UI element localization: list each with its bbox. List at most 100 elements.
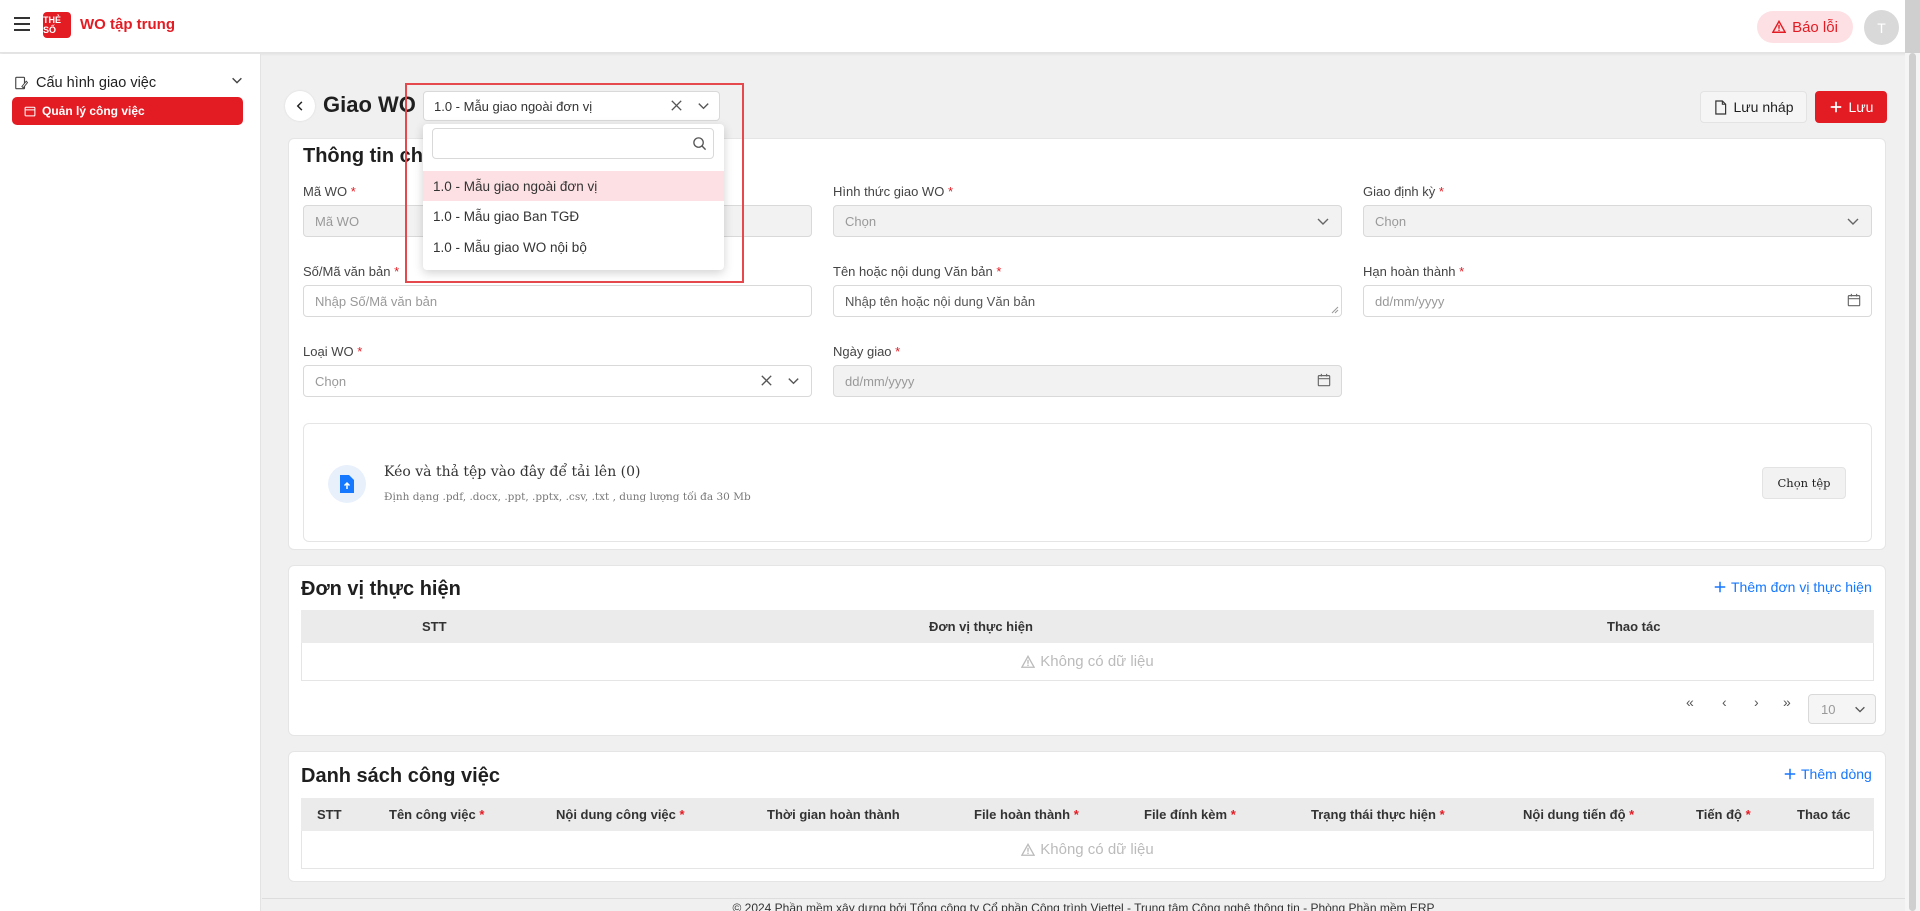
dropdown-option[interactable]: 1.0 - Mẫu giao ngoài đơn vị bbox=[423, 171, 724, 201]
assign-date-input[interactable]: dd/mm/yyyy bbox=[833, 365, 1342, 397]
footer: © 2024 Phần mềm xây dựng bởi Tổng công t… bbox=[262, 898, 1905, 911]
clear-icon[interactable] bbox=[669, 98, 684, 113]
dropzone-hint: Định dạng .pdf, .docx, .ppt, .pptx, .csv… bbox=[384, 491, 751, 503]
dropzone-title: Kéo và thả tệp vào đây để tải lên (0) bbox=[384, 464, 641, 480]
column-header-label: Tiến độ bbox=[1696, 807, 1742, 822]
column-header-label: Nội dung tiến độ bbox=[1523, 807, 1626, 822]
tasks-empty-row: Không có dữ liệu bbox=[301, 831, 1874, 869]
save-button[interactable]: Lưu bbox=[1815, 91, 1887, 123]
doc-number-input[interactable]: Nhập Số/Mã văn bản bbox=[303, 285, 812, 317]
file-dropzone[interactable]: Kéo và thả tệp vào đây để tải lên (0) Đị… bbox=[303, 423, 1872, 542]
column-header: Nội dung công việc * bbox=[556, 807, 685, 822]
dropdown-option[interactable]: 1.0 - Mẫu giao Ban TGĐ bbox=[423, 201, 724, 231]
sidebar-item-task-config[interactable]: Cấu hình giao việc bbox=[14, 70, 244, 96]
user-avatar[interactable]: T bbox=[1864, 10, 1899, 45]
chevron-down-icon bbox=[1317, 218, 1329, 225]
add-row-label: Thêm dòng bbox=[1801, 766, 1872, 782]
column-header-label: File đính kèm bbox=[1144, 807, 1228, 822]
pager-prev-button[interactable]: ‹ bbox=[1722, 694, 1727, 710]
units-empty-row: Không có dữ liệu bbox=[301, 643, 1874, 681]
column-header: File đính kèm * bbox=[1144, 807, 1236, 822]
wo-type-label: Loại WO * bbox=[303, 344, 363, 359]
required-mark: * bbox=[1745, 807, 1751, 822]
tasks-table-header: STT Tên công việc * Nội dung công việc * Th… bbox=[301, 798, 1874, 831]
choose-file-button[interactable]: Chọn tệp bbox=[1762, 467, 1846, 499]
dropdown-search-input[interactable] bbox=[432, 128, 714, 159]
save-draft-label: Lưu nháp bbox=[1733, 99, 1794, 115]
column-header-label: File hoàn thành bbox=[974, 807, 1071, 822]
clear-icon[interactable] bbox=[759, 373, 774, 388]
sidebar-item-label: Cấu hình giao việc bbox=[36, 75, 157, 91]
plus-icon bbox=[1784, 768, 1796, 780]
add-unit-button[interactable]: Thêm đơn vị thực hiện bbox=[1714, 579, 1872, 595]
chevron-down-icon[interactable] bbox=[696, 98, 711, 113]
page-scrollbar[interactable] bbox=[1905, 53, 1920, 911]
calendar-icon[interactable] bbox=[1847, 293, 1861, 307]
wo-type-select[interactable]: Chọn bbox=[303, 365, 812, 397]
footer-text: © 2024 Phần mềm xây dựng bởi Tổng công t… bbox=[732, 901, 1435, 911]
pager-first-button[interactable]: « bbox=[1686, 694, 1694, 710]
sidebar-item-label: Quản lý công việc bbox=[42, 104, 145, 118]
required-mark: * bbox=[1230, 807, 1236, 822]
warning-icon bbox=[1772, 20, 1787, 33]
page-title: Giao WO bbox=[323, 92, 416, 117]
column-header-label: Trạng thái thực hiện bbox=[1311, 807, 1436, 822]
periodic-label: Giao định kỳ * bbox=[1363, 184, 1444, 199]
document-icon bbox=[1714, 99, 1726, 115]
column-header: Nội dung tiến độ * bbox=[1523, 807, 1634, 822]
menu-icon[interactable] bbox=[14, 17, 30, 31]
column-header-label: Tên công việc bbox=[389, 807, 476, 822]
plus-icon bbox=[1830, 101, 1841, 113]
empty-text: Không có dữ liệu bbox=[1040, 841, 1154, 858]
save-draft-button[interactable]: Lưu nháp bbox=[1700, 91, 1807, 123]
top-bar: THẺ SỐ WO tập trung Báo lỗi T bbox=[0, 0, 1920, 53]
assign-form-select[interactable]: Chọn bbox=[833, 205, 1342, 237]
column-header: Thời gian hoàn thành bbox=[767, 807, 900, 822]
resize-handle-icon[interactable] bbox=[1331, 306, 1339, 314]
sidebar-item-task-management[interactable]: Quản lý công việc bbox=[12, 97, 243, 125]
add-row-button[interactable]: Thêm dòng bbox=[1784, 766, 1872, 782]
warning-icon bbox=[1021, 654, 1036, 668]
required-mark: * bbox=[479, 807, 485, 822]
deadline-date-input[interactable]: dd/mm/yyyy bbox=[1363, 285, 1872, 317]
wo-code-label: Mã WO * bbox=[303, 184, 356, 199]
column-header: Thao tác bbox=[1607, 619, 1661, 634]
template-dropdown: 1.0 - Mẫu giao ngoài đơn vị 1.0 - Mẫu gi… bbox=[423, 124, 724, 270]
column-header-label: Nội dung công việc bbox=[556, 807, 676, 822]
report-bug-label: Báo lỗi bbox=[1792, 18, 1838, 36]
pager-next-button[interactable]: › bbox=[1754, 694, 1759, 710]
template-select[interactable]: 1.0 - Mẫu giao ngoài đơn vị bbox=[423, 91, 720, 121]
calendar-icon[interactable] bbox=[1317, 373, 1331, 387]
units-title: Đơn vị thực hiện bbox=[301, 578, 461, 600]
periodic-select[interactable]: Chọn bbox=[1363, 205, 1872, 237]
scrollbar-thumb[interactable] bbox=[1909, 53, 1916, 911]
add-unit-label: Thêm đơn vị thực hiện bbox=[1731, 579, 1872, 595]
deadline-label: Hạn hoàn thành * bbox=[1363, 264, 1465, 279]
assign-form-label: Hình thức giao WO * bbox=[833, 184, 953, 199]
chevron-down-icon bbox=[1855, 706, 1865, 713]
pager-last-button[interactable]: » bbox=[1783, 694, 1791, 710]
scrollbar-corner bbox=[1905, 0, 1920, 53]
back-button[interactable] bbox=[285, 91, 315, 121]
dropdown-option[interactable]: 1.0 - Mẫu giao WO nội bộ bbox=[423, 232, 724, 262]
doc-name-textarea[interactable]: Nhập tên hoặc nội dung Văn bản bbox=[833, 285, 1342, 317]
column-header: File hoàn thành * bbox=[974, 807, 1079, 822]
column-header: STT bbox=[422, 619, 447, 634]
chevron-left-icon bbox=[296, 101, 303, 111]
edit-document-icon bbox=[15, 76, 28, 90]
page-size-select[interactable]: 10 bbox=[1808, 694, 1876, 724]
units-table-header: STT Đơn vị thực hiện Thao tác bbox=[301, 610, 1874, 643]
column-header: STT bbox=[317, 807, 342, 822]
column-header: Thao tác bbox=[1797, 807, 1850, 822]
chevron-down-icon bbox=[1847, 218, 1859, 225]
column-header: Tên công việc * bbox=[389, 807, 484, 822]
chevron-down-icon bbox=[232, 77, 242, 84]
chevron-down-icon[interactable] bbox=[786, 373, 801, 388]
calendar-icon bbox=[24, 106, 36, 117]
report-bug-button[interactable]: Báo lỗi bbox=[1757, 11, 1853, 43]
column-header-label: Thao tác bbox=[1797, 807, 1851, 822]
column-header: Đơn vị thực hiện bbox=[929, 619, 1033, 634]
plus-icon bbox=[1714, 581, 1726, 593]
template-select-value: 1.0 - Mẫu giao ngoài đơn vị bbox=[434, 98, 593, 114]
general-info-title: Thông tin ch bbox=[303, 145, 423, 167]
